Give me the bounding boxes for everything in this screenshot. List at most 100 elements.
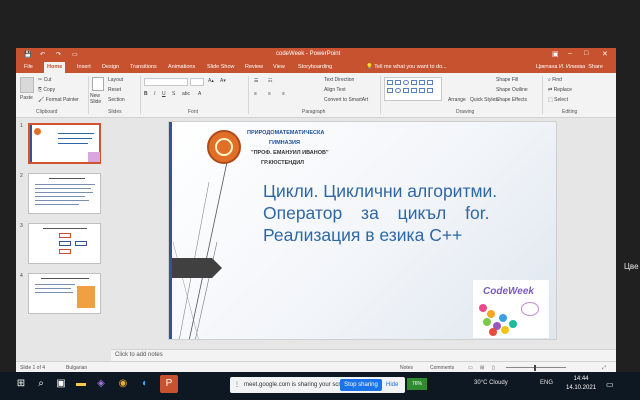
zoom-slider[interactable] <box>506 367 566 368</box>
ribbon-home: Paste ✂ Cut ⎘ Copy 🖌 Format Painter Clip… <box>16 73 616 118</box>
language-status[interactable]: Bulgarian <box>66 365 87 371</box>
find-button[interactable]: ⌕ Find <box>548 77 562 83</box>
tab-transitions[interactable]: Transitions <box>130 64 157 70</box>
tab-review[interactable]: Review <box>245 64 263 70</box>
drag-handle-icon[interactable]: ⋮ <box>234 381 240 388</box>
font-size-field[interactable] <box>190 78 204 86</box>
replace-label: Replace <box>553 87 572 93</box>
undo-icon[interactable]: ↶ <box>40 51 45 58</box>
font-color-icon[interactable]: A <box>198 91 201 97</box>
clock[interactable]: 14:44 14.10.2021 <box>566 375 596 393</box>
normal-view-icon[interactable]: ▭ <box>468 365 473 371</box>
share-button[interactable]: Share <box>588 64 603 70</box>
task-view-icon[interactable]: ▣ <box>54 377 68 391</box>
language-indicator[interactable]: 76% <box>407 378 427 390</box>
decrease-font-icon[interactable]: A▾ <box>220 78 226 84</box>
current-slide[interactable]: ПРИРОДОМАТЕМАТИЧЕСКА ГИМНАЗИЯ "ПРОФ. ЕМА… <box>168 121 557 340</box>
italic-button[interactable]: I <box>154 91 155 97</box>
windows-taskbar: ⊞ ⌕ ▣ ▬ ◈ ◉ ◐ P ⋮ meet.google.com is sha… <box>0 372 640 400</box>
minimize-icon[interactable]: – <box>568 50 572 57</box>
visual-studio-icon[interactable]: ◈ <box>94 377 108 391</box>
tab-design[interactable]: Design <box>102 64 119 70</box>
codeweek-logo: CodeWeek <box>473 280 549 338</box>
font-name-field[interactable] <box>144 78 188 86</box>
tab-storyboarding[interactable]: Storyboarding <box>298 64 332 70</box>
close-icon[interactable]: ✕ <box>602 50 608 58</box>
chrome-icon[interactable]: ◉ <box>116 377 130 391</box>
user-account[interactable]: Цветана И. Илиева Share <box>536 64 603 70</box>
tab-view[interactable]: View <box>273 64 285 70</box>
maximize-icon[interactable]: □ <box>584 50 588 57</box>
reset-button[interactable]: Reset <box>108 87 121 93</box>
align-text-button[interactable]: Align Text <box>324 87 346 93</box>
replace-button[interactable]: ⇄ Replace <box>548 87 572 93</box>
input-language[interactable]: ENG <box>540 380 553 386</box>
slide-sorter-icon[interactable]: ⊞ <box>480 365 484 371</box>
slide-thumbnail-3[interactable] <box>28 223 101 264</box>
windows-icon[interactable]: ⊞ <box>14 377 28 391</box>
comments-toggle[interactable]: Comments <box>430 365 454 371</box>
bold-button[interactable]: B <box>144 91 148 97</box>
search-icon[interactable]: ⌕ <box>34 377 48 391</box>
thumbnail-number: 2 <box>20 173 23 179</box>
drawing-group-label: Drawing <box>456 109 475 115</box>
bullets-icon[interactable]: ☰ <box>254 78 258 84</box>
copy-button[interactable]: ⎘ Copy <box>38 87 55 93</box>
powerpoint-icon[interactable]: P <box>160 375 178 393</box>
underline-button[interactable]: U <box>162 91 166 97</box>
present-icon[interactable]: ▭ <box>72 51 78 58</box>
slide-title-line3: Реализация в езика C++ <box>263 225 463 245</box>
align-right-icon[interactable]: ≡ <box>282 91 285 97</box>
redo-icon[interactable]: ↷ <box>56 51 61 58</box>
reading-view-icon[interactable]: ▯ <box>492 365 495 371</box>
notes-pane[interactable]: Click to add notes <box>111 349 616 361</box>
tab-animations[interactable]: Animations <box>168 64 195 70</box>
new-slide-button[interactable]: New Slide <box>90 93 106 105</box>
slide-thumbnail-4[interactable] <box>28 273 101 314</box>
zoom-slider-handle[interactable] <box>534 365 536 371</box>
select-button[interactable]: ⬚ Select <box>548 97 568 103</box>
powerpoint-window: 💾 ↶ ↷ ▭ codeWeek - PowerPoint ▣ – □ ✕ Fi… <box>16 48 616 373</box>
hide-button[interactable]: Hide <box>386 379 398 391</box>
increase-font-icon[interactable]: A▴ <box>208 78 214 84</box>
edge-icon[interactable]: ◐ <box>138 377 152 391</box>
save-icon[interactable]: 💾 <box>24 51 31 58</box>
shape-outline-button[interactable]: Shape Outline <box>496 87 528 93</box>
convert-smartart-button[interactable]: Convert to SmartArt <box>324 97 368 103</box>
cut-label: Cut <box>43 77 52 83</box>
shape-effects-button[interactable]: Shape Effects <box>496 97 527 103</box>
layout-button[interactable]: Layout <box>108 77 123 83</box>
slide-title[interactable]: Цикли. Циклични алгоритми. Оператор за ц… <box>263 180 555 246</box>
tell-me-search[interactable]: 💡 Tell me what you want to do... <box>366 64 447 70</box>
align-left-icon[interactable]: ≡ <box>254 91 257 97</box>
file-explorer-icon[interactable]: ▬ <box>74 377 88 391</box>
weather-widget[interactable]: 30°C Cloudy <box>474 380 508 386</box>
tab-home[interactable]: Home <box>44 62 66 73</box>
slide-thumbnail-2[interactable] <box>28 173 101 214</box>
shadow-button[interactable]: S <box>172 91 175 97</box>
ribbon-options-icon[interactable]: ▣ <box>552 50 559 58</box>
slide-thumbnail-1[interactable] <box>28 123 101 164</box>
strikethrough-button[interactable]: abc <box>182 91 190 97</box>
fit-slide-icon[interactable]: ⤢ <box>602 365 606 371</box>
quick-styles-button[interactable]: Quick Styles <box>470 97 498 103</box>
numbering-icon[interactable]: ☷ <box>268 78 272 84</box>
notes-toggle[interactable]: Notes <box>400 365 413 371</box>
text-direction-button[interactable]: Text Direction <box>324 77 354 83</box>
cut-button[interactable]: ✂ Cut <box>38 77 51 83</box>
paste-icon[interactable] <box>20 77 34 93</box>
section-button[interactable]: Section <box>108 97 125 103</box>
shapes-gallery[interactable] <box>384 77 442 101</box>
stop-sharing-button[interactable]: Stop sharing <box>340 379 382 391</box>
notification-icon[interactable]: ▭ <box>606 380 614 389</box>
format-painter-button[interactable]: 🖌 Format Painter <box>38 97 79 103</box>
arrange-button[interactable]: Arrange <box>448 97 466 103</box>
tab-insert[interactable]: Insert <box>77 64 91 70</box>
tab-slide-show[interactable]: Slide Show <box>207 64 235 70</box>
participant-name-fragment: Цве <box>624 262 639 271</box>
shape-fill-button[interactable]: Shape Fill <box>496 77 518 83</box>
new-slide-icon[interactable] <box>92 77 104 91</box>
paste-button[interactable]: Paste <box>20 95 33 101</box>
align-center-icon[interactable]: ≡ <box>268 91 271 97</box>
tab-file[interactable]: File <box>24 64 33 70</box>
